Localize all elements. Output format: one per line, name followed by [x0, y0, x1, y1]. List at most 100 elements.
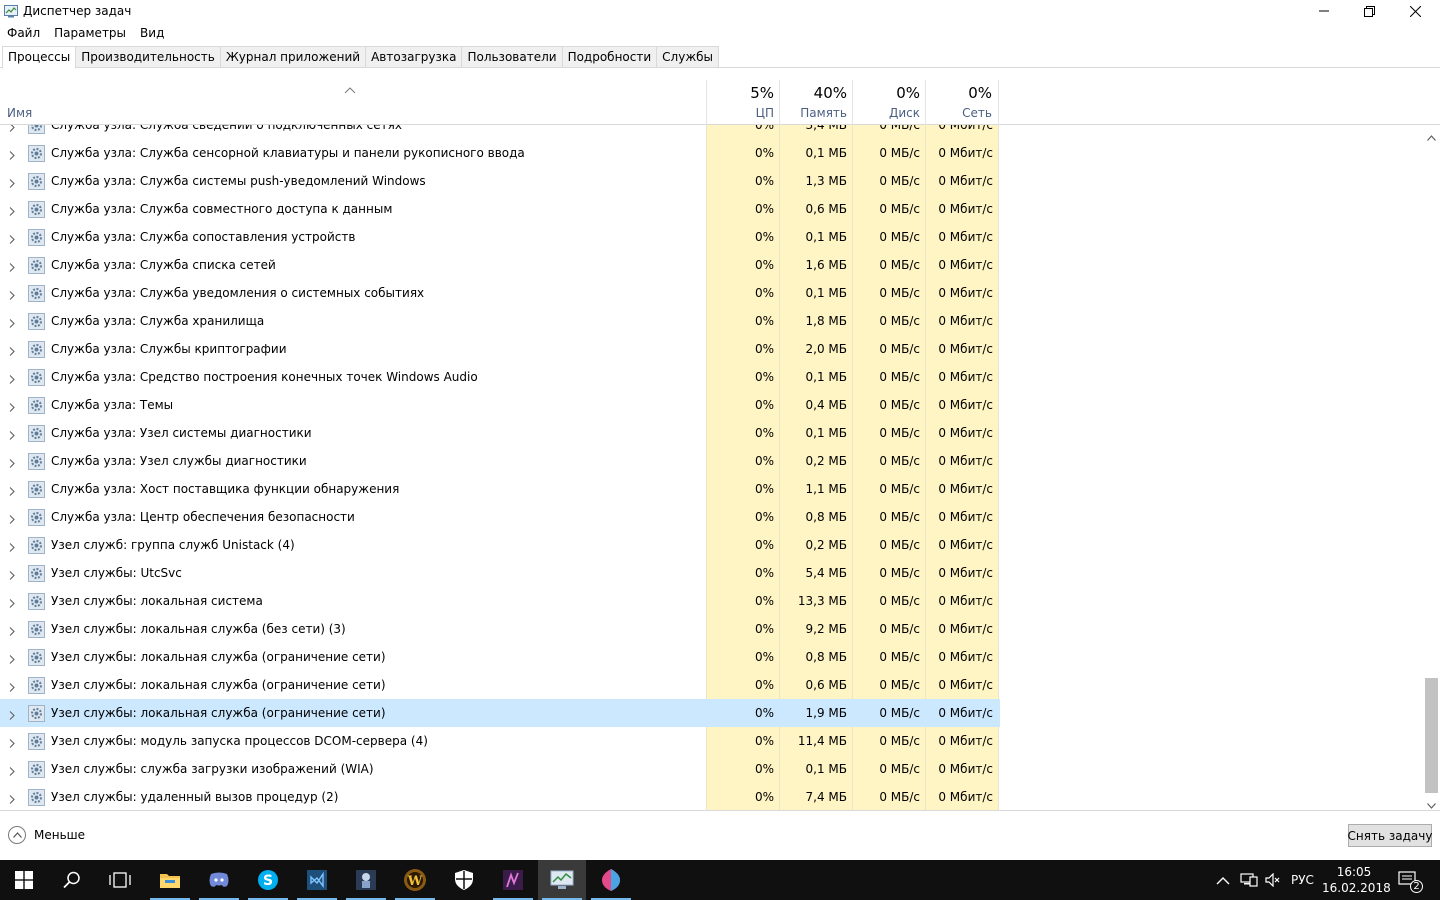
- fewer-details-button[interactable]: Меньше: [8, 826, 85, 844]
- show-hidden-icons-button[interactable]: [1216, 860, 1230, 900]
- search-button[interactable]: [48, 860, 96, 900]
- visual-studio-taskbar-button[interactable]: [293, 860, 341, 900]
- process-row[interactable]: Узел службы: служба загрузки изображений…: [0, 755, 1000, 783]
- tab-processes[interactable]: Процессы: [2, 46, 77, 69]
- expand-chevron-icon[interactable]: [9, 597, 15, 608]
- expand-chevron-icon[interactable]: [9, 737, 15, 748]
- expand-chevron-icon[interactable]: [9, 709, 15, 720]
- media-app-taskbar-button[interactable]: [489, 860, 537, 900]
- expand-chevron-icon[interactable]: [9, 485, 15, 496]
- tab-app-history[interactable]: Журнал приложений: [220, 46, 367, 68]
- process-disk-value: 0 МБ/с: [879, 202, 920, 216]
- menu-options[interactable]: Параметры: [47, 23, 133, 43]
- process-name: Служба узла: Служба совместного доступа …: [51, 202, 393, 216]
- minimize-button[interactable]: [1301, 0, 1347, 22]
- column-header-name[interactable]: Имя: [7, 106, 32, 120]
- process-row[interactable]: Узел службы: UtcSvc 0% 5,4 МБ 0 МБ/с 0 Мбит/…: [0, 559, 1000, 587]
- expand-chevron-icon[interactable]: [9, 793, 15, 804]
- process-row[interactable]: Узел службы: модуль запуска процессов DC…: [0, 727, 1000, 755]
- tab-details[interactable]: Подробности: [562, 46, 658, 68]
- expand-chevron-icon[interactable]: [9, 625, 15, 636]
- tab-startup[interactable]: Автозагрузка: [366, 46, 463, 68]
- process-row[interactable]: Служба узла: Служба сведений о подключен…: [0, 125, 1000, 139]
- scrollbar-thumb[interactable]: [1425, 678, 1438, 793]
- process-row[interactable]: Служба узла: Узел системы диагностики 0% 0…: [0, 419, 1000, 447]
- process-row[interactable]: Узел службы: локальная система 0% 13,3 МБ 0…: [0, 587, 1000, 615]
- expand-chevron-icon[interactable]: [9, 457, 15, 468]
- expand-chevron-icon[interactable]: [9, 429, 15, 440]
- menu-file[interactable]: Файл: [0, 23, 47, 43]
- process-row[interactable]: Узел службы: локальная служба (ограничен…: [0, 643, 1000, 671]
- process-row[interactable]: Служба узла: Служба хранилища 0% 1,8 МБ 0 М…: [0, 307, 1000, 335]
- tab-users[interactable]: Пользователи: [462, 46, 563, 68]
- process-row[interactable]: Служба узла: Средство построения конечны…: [0, 363, 1000, 391]
- task-view-button[interactable]: [96, 860, 144, 900]
- process-disk-value: 0 МБ/с: [879, 510, 920, 524]
- process-row[interactable]: Служба узла: Служба совместного доступа …: [0, 195, 1000, 223]
- input-language-indicator[interactable]: РУС: [1291, 860, 1314, 900]
- process-row[interactable]: Служба узла: Служба сенсорной клавиатуры…: [0, 139, 1000, 167]
- scroll-down-arrow-icon[interactable]: [1427, 798, 1436, 810]
- end-task-button[interactable]: Снять задачу: [1348, 824, 1432, 847]
- expand-chevron-icon[interactable]: [9, 205, 15, 216]
- process-row[interactable]: Узел службы: удаленный вызов процедур (2…: [0, 783, 1000, 810]
- task-manager-taskbar-button[interactable]: [538, 860, 586, 900]
- scroll-up-arrow-icon[interactable]: [1427, 130, 1436, 144]
- expand-chevron-icon[interactable]: [9, 317, 15, 328]
- expand-chevron-icon[interactable]: [9, 653, 15, 664]
- process-row[interactable]: Служба узла: Служба уведомления о систем…: [0, 279, 1000, 307]
- process-row[interactable]: Узел службы: локальная служба (без сети)…: [0, 615, 1000, 643]
- action-center-button[interactable]: 2: [1398, 860, 1423, 900]
- restore-button[interactable]: [1346, 0, 1392, 22]
- expand-chevron-icon[interactable]: [9, 513, 15, 524]
- column-header-cpu[interactable]: 5% ЦП: [706, 80, 780, 125]
- process-row[interactable]: Служба узла: Темы 0% 0,4 МБ 0 МБ/с 0 Мбит/с: [0, 391, 1000, 419]
- vertical-scrollbar[interactable]: [1423, 125, 1440, 810]
- volume-tray-button[interactable]: [1265, 860, 1281, 900]
- expand-chevron-icon[interactable]: [9, 681, 15, 692]
- expand-chevron-icon[interactable]: [9, 345, 15, 356]
- process-row[interactable]: Служба узла: Служба сопоставления устрой…: [0, 223, 1000, 251]
- service-gear-icon: [28, 229, 45, 246]
- menu-view[interactable]: Вид: [133, 23, 171, 43]
- expand-chevron-icon[interactable]: [9, 233, 15, 244]
- network-tray-button[interactable]: [1240, 860, 1258, 900]
- world-of-warcraft-taskbar-button[interactable]: W: [391, 860, 439, 900]
- expand-chevron-icon[interactable]: [9, 765, 15, 776]
- process-row[interactable]: Служба узла: Узел службы диагностики 0% 0,…: [0, 447, 1000, 475]
- column-header-memory[interactable]: 40% Память: [779, 80, 853, 125]
- start-button[interactable]: [0, 860, 48, 900]
- process-row[interactable]: Служба узла: Служба системы push-уведомл…: [0, 167, 1000, 195]
- tab-services[interactable]: Службы: [657, 46, 720, 68]
- close-button[interactable]: [1392, 0, 1438, 22]
- expand-chevron-icon[interactable]: [9, 541, 15, 552]
- expand-chevron-icon[interactable]: [9, 177, 15, 188]
- expand-chevron-icon[interactable]: [9, 149, 15, 160]
- discord-taskbar-button[interactable]: [195, 860, 243, 900]
- taskbar-clock[interactable]: 16:05 16.02.2018: [1322, 864, 1391, 896]
- process-row[interactable]: Служба узла: Службы криптографии 0% 2,0 МБ…: [0, 335, 1000, 363]
- process-row[interactable]: Узел служб: группа служб Unistack (4) 0% 0…: [0, 531, 1000, 559]
- process-row[interactable]: Служба узла: Служба списка сетей 0% 1,6 МБ…: [0, 251, 1000, 279]
- process-row[interactable]: Служба узла: Хост поставщика функции обн…: [0, 475, 1000, 503]
- expand-chevron-icon[interactable]: [9, 261, 15, 272]
- column-header-network[interactable]: 0% Сеть: [925, 80, 999, 125]
- process-row[interactable]: Узел службы: локальная служба (ограничен…: [0, 699, 1000, 727]
- skype-taskbar-button[interactable]: S: [244, 860, 292, 900]
- title-bar[interactable]: Диспетчер задач: [0, 0, 1440, 22]
- security-taskbar-button[interactable]: [440, 860, 488, 900]
- expand-chevron-icon[interactable]: [9, 401, 15, 412]
- expand-chevron-icon[interactable]: [9, 289, 15, 300]
- tab-performance[interactable]: Производительность: [76, 46, 221, 68]
- process-row[interactable]: Служба узла: Центр обеспечения безопасно…: [0, 503, 1000, 531]
- paint-app-taskbar-button[interactable]: [587, 860, 635, 900]
- service-gear-icon: [28, 621, 45, 638]
- process-net-value: 0 Мбит/с: [938, 622, 993, 636]
- game-taskbar-button[interactable]: [342, 860, 390, 900]
- expand-chevron-icon[interactable]: [9, 373, 15, 384]
- column-header-disk[interactable]: 0% Диск: [852, 80, 926, 125]
- expand-chevron-icon[interactable]: [9, 569, 15, 580]
- process-row[interactable]: Узел службы: локальная служба (ограничен…: [0, 671, 1000, 699]
- file-explorer-taskbar-button[interactable]: [146, 860, 194, 900]
- expand-chevron-icon[interactable]: [9, 125, 15, 132]
